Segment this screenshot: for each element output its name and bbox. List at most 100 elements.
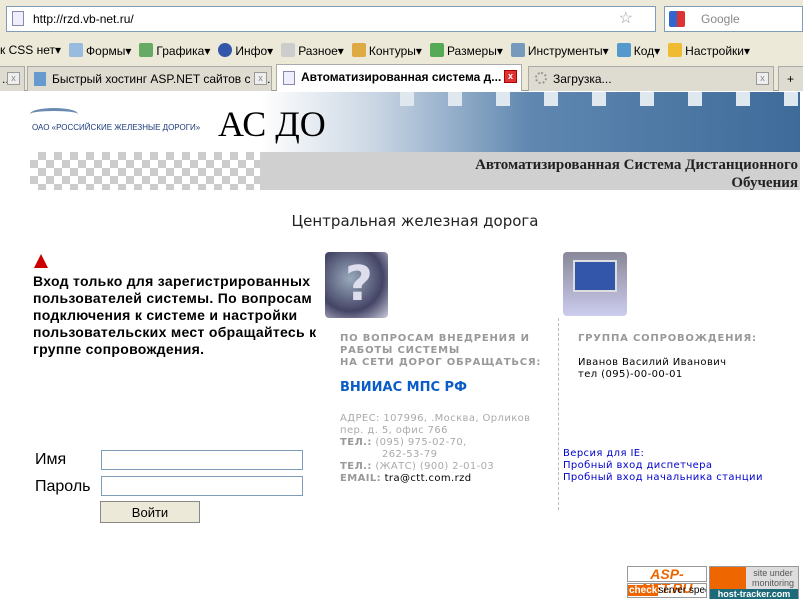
- heading-line: ПО ВОПРОСАМ ВНЕДРЕНИЯ И: [340, 333, 530, 344]
- station-chief-trial-link[interactable]: Пробный вход начальника станции: [563, 472, 763, 483]
- close-icon[interactable]: x: [7, 72, 20, 85]
- wrench-icon: [510, 42, 525, 57]
- subtitle-line: Обучения: [731, 175, 798, 191]
- tel-line: ТЕЛ.: (095) 975-02-70,: [340, 437, 530, 449]
- toolbar-item-misc[interactable]: Разное▾: [281, 42, 344, 58]
- label: Код▾: [633, 43, 661, 58]
- page-icon: [283, 71, 295, 85]
- info-icon: [218, 42, 233, 57]
- close-icon[interactable]: x: [504, 70, 517, 83]
- label: Графика▾: [156, 43, 211, 58]
- contacts-heading: ПО ВОПРОСАМ ВНЕДРЕНИЯ И РАБОТЫ СИСТЕМЫ НА …: [340, 333, 541, 369]
- google-icon: [669, 11, 685, 27]
- toolbar-item-tools[interactable]: Инструменты▾: [510, 42, 609, 58]
- railway-name: Центральная железная дорога: [291, 212, 539, 230]
- header-banner: [30, 92, 800, 152]
- resize-icon: [429, 42, 444, 57]
- name-input[interactable]: [101, 450, 303, 470]
- heading-line: НА СЕТИ ДОРОГ ОБРАЩАТЬСЯ:: [340, 357, 542, 368]
- support-contact: Иванов Василий Иванович тел (095)-00-00-0…: [578, 357, 726, 381]
- tab-label: Автоматизированная система д...: [301, 70, 502, 84]
- tab-loading[interactable]: Загрузка... x: [528, 66, 774, 91]
- checker-pattern: [30, 152, 260, 190]
- line: monitoring: [751, 578, 795, 588]
- email-line: EMAIL: tra@ctt.com.rzd: [340, 473, 530, 485]
- monitoring-text: site under monitoring: [747, 568, 799, 588]
- toolbar-item-info[interactable]: Инфо▾: [218, 42, 274, 58]
- label: Размеры▾: [446, 43, 503, 58]
- tab-hosting[interactable]: Быстрый хостинг ASP.NET сайтов с и... x: [27, 66, 272, 91]
- host-tracker-badge[interactable]: site under monitoring host-tracker.com: [709, 566, 799, 599]
- banner-square: [592, 92, 606, 106]
- column-divider: [558, 318, 559, 510]
- tel-value: (ЖАТС) (900) 2-01-03: [375, 461, 495, 472]
- search-box[interactable]: Google: [664, 6, 803, 32]
- address-bar[interactable]: http://rzd.vb-net.ru/ ☆: [6, 6, 656, 32]
- address-line: АДРЕС: 107996, .Москва, Орликов: [340, 413, 531, 424]
- warning-icon: [34, 254, 48, 268]
- tracker-text: host-tracker.com: [710, 589, 798, 599]
- search-placeholder: Google: [701, 12, 740, 26]
- tab-asdo[interactable]: Автоматизированная система д... x: [276, 64, 522, 91]
- bookmark-star-icon[interactable]: ☆: [619, 7, 633, 31]
- support-links: Версия для IE: Пробный вход диспетчера П…: [563, 448, 763, 484]
- toolbar-item-sizes[interactable]: Размеры▾: [429, 42, 503, 58]
- dispatcher-trial-link[interactable]: Пробный вход диспетчера: [563, 460, 712, 471]
- rzd-logo-icon: [30, 108, 78, 120]
- banner-square: [544, 92, 558, 106]
- spinner-icon: [535, 72, 547, 84]
- cube-icon: [281, 42, 296, 57]
- site-subtitle: Автоматизированная Система Дистанционног…: [380, 156, 798, 192]
- login-button[interactable]: Войти: [100, 501, 200, 523]
- label: Разное▾: [298, 43, 344, 58]
- tel-value: (095) 975-02-70,: [375, 437, 467, 448]
- label: Контуры▾: [368, 43, 422, 58]
- email-value: tra@ctt.com.rzd: [384, 473, 472, 484]
- monitor-icon: [563, 252, 627, 316]
- close-icon[interactable]: x: [254, 72, 267, 85]
- label: Инструменты▾: [527, 43, 609, 58]
- tab-bar: ...x Быстрый хостинг ASP.NET сайтов с и.…: [0, 64, 803, 91]
- ie-version-link[interactable]: Версия для IE:: [563, 448, 644, 459]
- banner-square: [736, 92, 750, 106]
- page-icon: [12, 11, 24, 26]
- banner-square: [640, 92, 654, 106]
- aspnet-badge[interactable]: ASP-NET.RU: [627, 566, 707, 595]
- rzd-logo-text: ОАО «РОССИЙСКИЕ ЖЕЛЕЗНЫЕ ДОРОГИ»: [32, 123, 201, 132]
- toolbar-item-outlines[interactable]: Контуры▾: [351, 42, 422, 58]
- toolbar-item-graphics[interactable]: Графика▾: [139, 42, 211, 58]
- tel-value: 262-53-79: [382, 449, 438, 460]
- banner-square: [400, 92, 414, 106]
- toolbar-item-css[interactable]: к CSS нет▾: [0, 43, 61, 57]
- subtitle-line: Автоматизированная Система Дистанционног…: [475, 157, 798, 173]
- banner-square: [688, 92, 702, 106]
- toolbar-item-settings[interactable]: Настройки▾: [668, 42, 750, 58]
- heading-line: РАБОТЫ СИСТЕМЫ: [340, 345, 461, 356]
- server-speed-badge[interactable]: checkserver speed: [627, 583, 707, 598]
- password-input[interactable]: [101, 476, 303, 496]
- toolbar-item-forms[interactable]: Формы▾: [69, 42, 132, 58]
- label: Формы▾: [86, 43, 132, 58]
- tab-label: Загрузка...: [553, 72, 612, 86]
- url-text: http://rzd.vb-net.ru/: [33, 12, 134, 26]
- network-icon: [710, 567, 746, 589]
- banner-square: [784, 92, 798, 106]
- new-tab-button[interactable]: +: [778, 66, 803, 91]
- contacts-details: АДРЕС: 107996, .Москва, Орликов пер. д. …: [340, 413, 530, 485]
- question-mark-icon: ?: [325, 252, 388, 318]
- tab-label: Быстрый хостинг ASP.NET сайтов с и...: [52, 72, 271, 86]
- toolbar-item-code[interactable]: Код▾: [616, 42, 661, 58]
- close-icon[interactable]: x: [756, 72, 769, 85]
- email-label: EMAIL:: [340, 473, 382, 484]
- tab-hidden[interactable]: ...x: [0, 66, 25, 91]
- question-glyph: ?: [345, 256, 373, 312]
- tel-label: ТЕЛ.:: [340, 437, 372, 448]
- monitor-screen: [573, 260, 617, 292]
- org-name: ВНИИАС МПС РФ: [340, 380, 467, 395]
- support-phone: тел (095)-00-00-01: [578, 369, 683, 380]
- key-icon: [668, 42, 683, 57]
- support-name: Иванов Василий Иванович: [578, 357, 727, 368]
- toolbar: к CSS нет▾ Формы▾ Графика▾ Инфо▾ Разное▾…: [0, 38, 803, 62]
- image-icon: [139, 42, 154, 57]
- label: Инфо▾: [235, 43, 274, 58]
